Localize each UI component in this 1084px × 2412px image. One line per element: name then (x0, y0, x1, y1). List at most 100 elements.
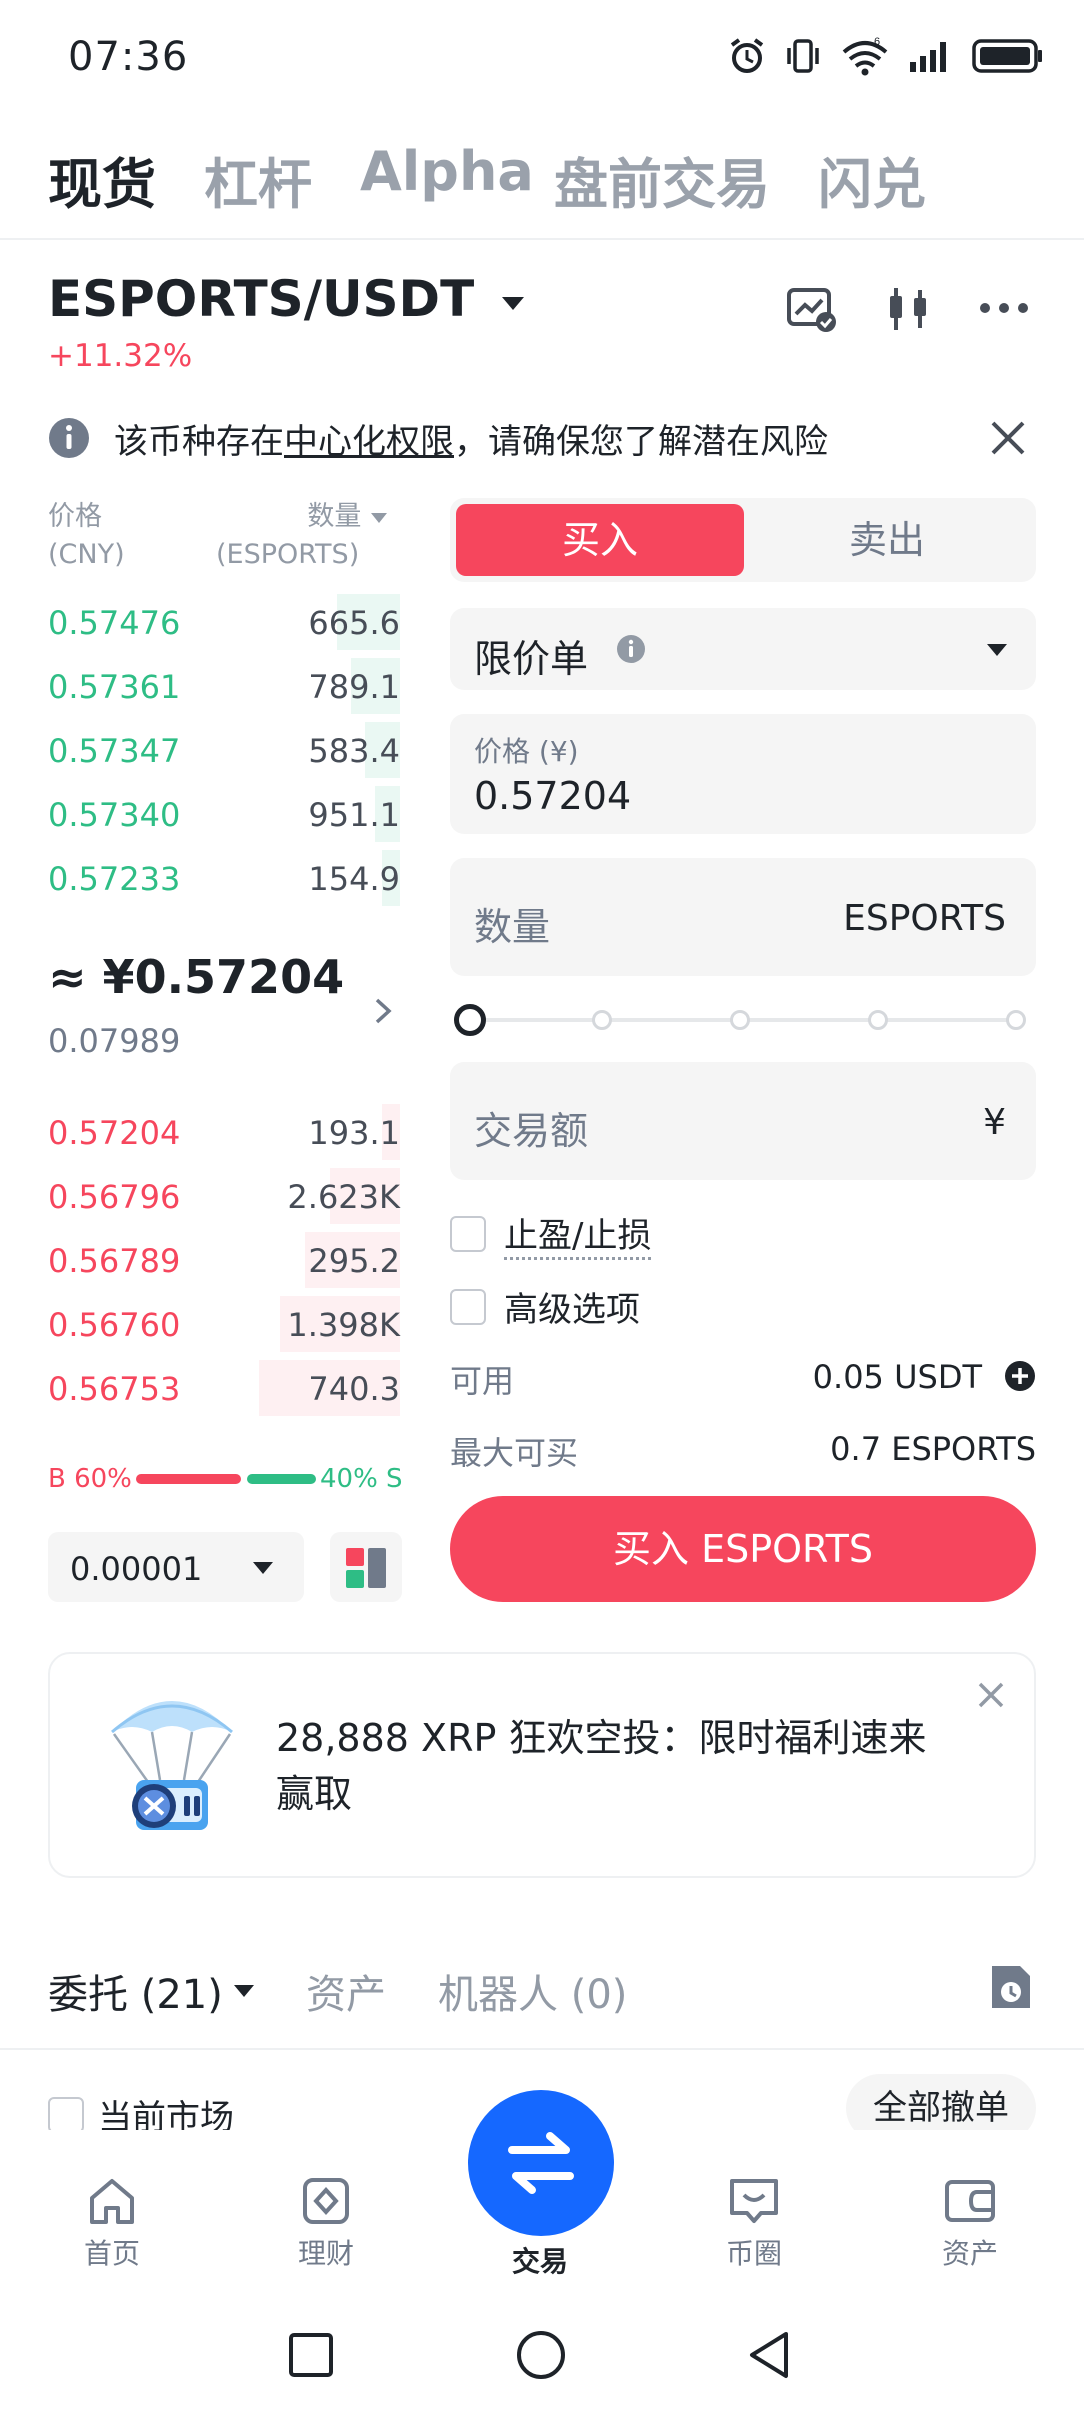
airdrop-parachute-icon (111, 1701, 233, 1830)
bid-price: 0.56796 (48, 1178, 181, 1216)
ask-price: 0.57340 (48, 796, 181, 834)
last-price[interactable]: ≈ ¥0.57204 (48, 950, 344, 1004)
back-triangle-icon[interactable] (746, 2330, 792, 2384)
order-history-icon[interactable] (988, 1962, 1034, 2016)
ratio-bar (136, 1474, 316, 1484)
risk-notice: 该币种存在中心化权限，请确保您了解潜在风险 (48, 408, 1048, 468)
nav-assets-label: 资产 (941, 2237, 998, 2270)
max-buy-value: 0.7 ESPORTS (830, 1430, 1036, 1468)
tab-pre-market[interactable]: 盘前交易 (554, 140, 770, 219)
price-input[interactable]: 价格 (¥) 0.57204 (450, 714, 1036, 834)
current-market-checkbox[interactable] (48, 2096, 84, 2133)
nav-square-label: 币圈 (725, 2237, 782, 2270)
caret-down-icon (233, 1985, 254, 1997)
tpsl-checkbox[interactable] (450, 1216, 486, 1252)
order-type-value: 限价单 (474, 637, 589, 681)
ob-price-unit: (CNY) (48, 539, 125, 570)
tab-open-orders-label: 委托 (21) (48, 1972, 223, 2018)
quantity-unit: ESPORTS (843, 898, 1006, 939)
bid-price: 0.57204 (48, 1114, 181, 1152)
pair-selector[interactable]: ESPORTS/USDT (48, 270, 526, 328)
buy-submit-button[interactable]: 买入 ESPORTS (450, 1496, 1036, 1602)
ask-qty: 951.1 (308, 796, 400, 834)
alarm-icon (730, 38, 764, 73)
close-notice-icon[interactable] (988, 418, 1028, 462)
ratio-buy-fill (136, 1474, 241, 1484)
sell-ratio: 40% S (320, 1464, 403, 1494)
available-value: 0.05 USDT (812, 1358, 982, 1396)
ask-row[interactable]: 0.57361 789.1 (48, 654, 400, 718)
precision-selector[interactable]: 0.00001 (48, 1532, 304, 1602)
bid-row[interactable]: 0.57204 193.1 (48, 1100, 400, 1164)
home-circle-icon[interactable] (516, 2330, 566, 2384)
nav-trade-label[interactable]: 交易 (460, 2240, 620, 2280)
quantity-input[interactable]: 数量 ESPORTS (450, 858, 1036, 976)
amount-slider[interactable] (454, 1000, 1036, 1040)
promo-card[interactable]: 28,888 XRP 狂欢空投：限时福利速来赢取 (48, 1652, 1036, 1878)
nav-square[interactable]: 币圈 (674, 2176, 834, 2272)
slider-stop-100[interactable] (1006, 1010, 1026, 1030)
tab-spot[interactable]: 现货 (48, 140, 156, 219)
sell-tab[interactable]: 卖出 (744, 504, 1030, 576)
price-input-value[interactable]: 0.57204 (474, 774, 631, 818)
tab-assets[interactable]: 资产 (306, 1962, 386, 2020)
advanced-option[interactable]: 高级选项 (450, 1282, 640, 1331)
order-type-selector[interactable]: 限价单 (450, 608, 1036, 690)
slider-stop-75[interactable] (868, 1010, 888, 1030)
vibrate-icon (787, 39, 819, 73)
tabs-divider (0, 238, 1084, 240)
chevron-right-icon[interactable] (372, 996, 394, 1030)
slider-stop-25[interactable] (592, 1010, 612, 1030)
slider-thumb[interactable] (454, 1004, 486, 1036)
tpsl-option[interactable]: 止盈/止损 (450, 1208, 652, 1260)
info-icon[interactable] (616, 634, 646, 664)
tab-convert[interactable]: 闪兑 (818, 140, 926, 219)
status-icons: 6 (728, 34, 1044, 78)
tab-bots[interactable]: 机器人 (0) (438, 1962, 627, 2020)
wifi-icon: 6 (842, 36, 888, 76)
ob-price-header-label: 价格 (48, 501, 102, 532)
nav-earn[interactable]: 理财 (246, 2176, 406, 2272)
nav-earn-label: 理财 (297, 2237, 354, 2270)
ask-row[interactable]: 0.57476 665.6 (48, 590, 400, 654)
ask-row[interactable]: 0.57233 154.9 (48, 846, 400, 910)
ask-qty: 154.9 (308, 860, 400, 898)
tab-margin[interactable]: 杠杆 (204, 140, 312, 219)
bid-row[interactable]: 0.56796 2.623K (48, 1164, 400, 1228)
recent-apps-icon[interactable] (288, 2332, 334, 2382)
bid-row[interactable]: 0.56789 295.2 (48, 1228, 400, 1292)
centralized-permission-link[interactable]: 中心化权限 (284, 422, 454, 462)
nav-home[interactable]: 首页 (32, 2176, 192, 2272)
earn-icon (303, 2178, 349, 2224)
bid-row[interactable]: 0.56753 740.3 (48, 1356, 400, 1420)
slider-stop-50[interactable] (730, 1010, 750, 1030)
advanced-checkbox[interactable] (450, 1288, 486, 1325)
ask-row[interactable]: 0.57340 951.1 (48, 782, 400, 846)
tab-open-orders[interactable]: 委托 (21) (48, 1962, 255, 2020)
ask-price: 0.57361 (48, 668, 181, 706)
buy-tab[interactable]: 买入 (456, 504, 744, 576)
total-placeholder: 交易额 (474, 1109, 589, 1153)
more-icon[interactable] (978, 300, 1030, 319)
tab-alpha[interactable]: Alpha (360, 140, 534, 203)
svg-text:6: 6 (874, 36, 880, 48)
side-toggle: 买入 卖出 (450, 498, 1036, 582)
nav-assets[interactable]: 资产 (890, 2176, 1050, 2272)
battery-icon (972, 39, 1042, 73)
bid-qty: 740.3 (308, 1370, 400, 1408)
close-promo-icon[interactable] (976, 1680, 1006, 1714)
candlestick-icon[interactable] (884, 284, 932, 338)
bid-qty: 2.623K (287, 1178, 400, 1216)
wallet-icon (945, 2180, 995, 2222)
bid-price: 0.56753 (48, 1370, 181, 1408)
orderbook-layout-button[interactable] (330, 1532, 402, 1602)
deposit-plus-icon[interactable] (1004, 1360, 1036, 1396)
total-input[interactable]: 交易额 ¥ (450, 1062, 1036, 1180)
bid-row[interactable]: 0.56760 1.398K (48, 1292, 400, 1356)
ob-qty-header[interactable]: 数量 (ESPORTS) (216, 498, 400, 574)
nav-trade-button[interactable] (468, 2090, 614, 2236)
chart-icon[interactable] (786, 286, 838, 338)
ask-row[interactable]: 0.57347 583.4 (48, 718, 400, 782)
ratio-sell-fill (247, 1474, 316, 1484)
notice-text-post: ，请确保您了解潜在风险 (454, 421, 828, 462)
